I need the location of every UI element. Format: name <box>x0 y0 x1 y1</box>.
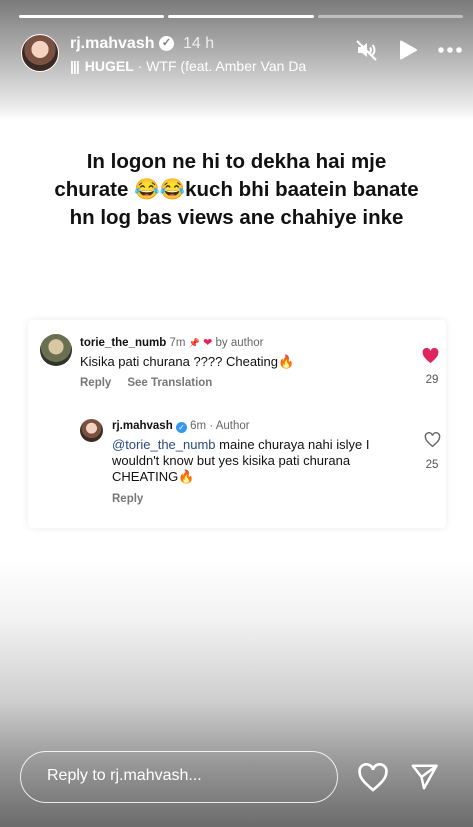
story-text: In logon ne hi to dekha hai mje churate … <box>30 148 443 232</box>
more-icon[interactable] <box>437 38 463 62</box>
like-count: 29 <box>425 374 439 386</box>
reply-button: Reply <box>112 493 144 505</box>
username[interactable]: rj.mahvash <box>70 35 154 53</box>
comment-meta: torie_the_numb 7m 📌 ❤ by author <box>80 336 263 349</box>
headline-line: In logon ne hi to dekha hai mje <box>86 150 387 173</box>
see-translation-button: See Translation <box>127 377 213 389</box>
reply-actions: Reply <box>112 493 143 505</box>
headline-line: churate 😂😂kuch bhi baatein banate <box>54 178 419 201</box>
comment-time: 7m <box>169 337 186 349</box>
progress-segment <box>168 15 314 18</box>
post-time: 14 h <box>183 35 215 52</box>
reply-text: @torie_the_numb maine churaya nahi islye… <box>112 437 402 485</box>
story-background: rj.mahvash ✓ 14 h ||| HUGEL · WTF (feat. … <box>0 0 473 827</box>
mention-link: @torie_the_numb <box>112 437 216 452</box>
story-progress-bar <box>19 15 463 18</box>
like-count: 25 <box>425 459 439 471</box>
progress-segment <box>317 15 463 18</box>
commenter-avatar <box>40 334 72 366</box>
progress-segment <box>19 15 165 18</box>
story-header: rj.mahvash ✓ 14 h ||| HUGEL · WTF (feat. … <box>19 32 463 76</box>
music-title: · WTF (feat. Amber Van Da <box>137 58 307 74</box>
author-tag: · Author <box>209 420 250 432</box>
music-artist: HUGEL <box>84 58 134 74</box>
play-icon[interactable] <box>397 39 419 61</box>
liked-by-author-label: by author <box>215 337 264 349</box>
music-attribution[interactable]: ||| HUGEL · WTF (feat. Amber Van Da <box>70 58 330 74</box>
comment-screenshot: torie_the_numb 7m 📌 ❤ by author Kisika p… <box>28 320 446 528</box>
liked-heart-icon <box>422 347 439 369</box>
mute-icon[interactable] <box>355 38 379 62</box>
pin-icon: 📌 <box>188 338 200 348</box>
send-icon[interactable] <box>408 762 440 797</box>
comment-actions: Reply See Translation <box>80 377 212 389</box>
reply-button: Reply <box>80 377 112 389</box>
verified-badge-icon: ✓ <box>175 422 187 433</box>
avatar[interactable] <box>21 34 59 72</box>
heart-outline-icon <box>424 432 441 453</box>
comment-username: torie_the_numb <box>80 337 167 349</box>
headline-line: hn log bas views ane chahiye inke <box>69 206 404 229</box>
author-liked-heart-icon: ❤ <box>203 337 213 349</box>
verified-badge-icon: ✓ <box>159 36 174 51</box>
reply-placeholder: Reply to rj.mahvash... <box>47 767 202 784</box>
reply-meta: rj.mahvash ✓ 6m · Author <box>112 420 250 433</box>
music-bars-icon: ||| <box>70 58 80 74</box>
reply-time: 6m <box>190 420 207 432</box>
comment-text: Kisika pati churana ???? Cheating🔥 <box>80 354 295 369</box>
reply-avatar <box>80 419 103 442</box>
header-controls <box>355 38 463 62</box>
reply-username: rj.mahvash <box>112 420 173 432</box>
reply-input[interactable]: Reply to rj.mahvash... <box>20 751 338 803</box>
heart-icon[interactable] <box>357 762 389 798</box>
